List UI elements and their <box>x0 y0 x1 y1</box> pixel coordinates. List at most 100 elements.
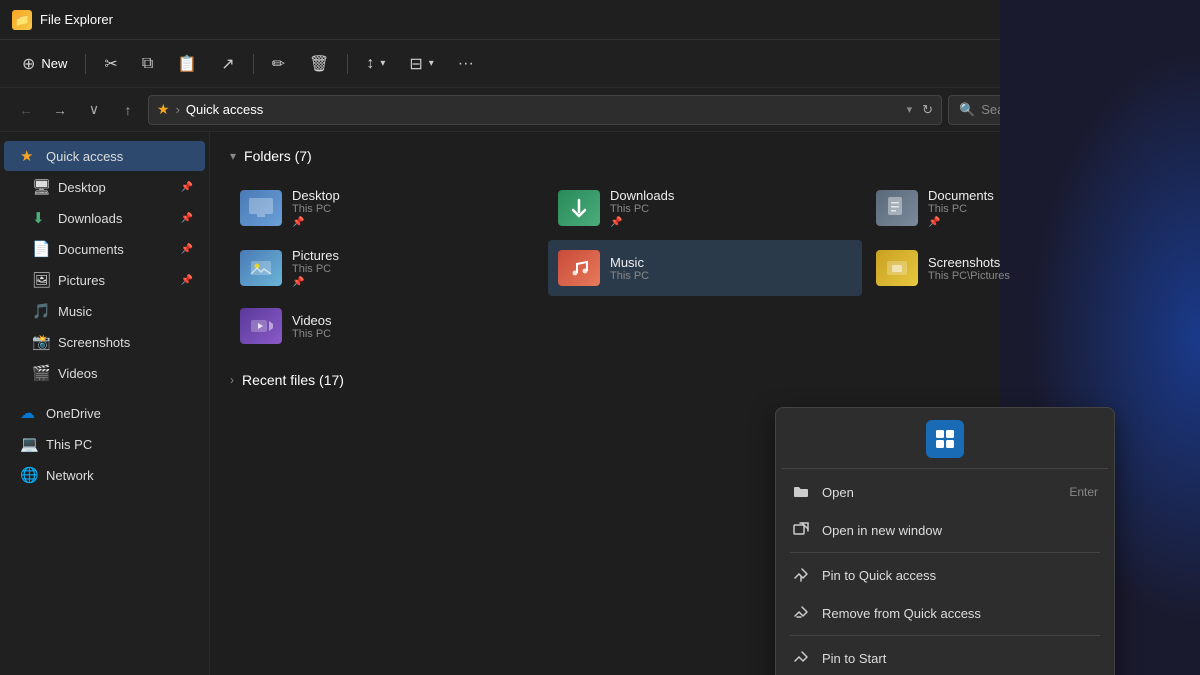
context-item-open-new-window[interactable]: Open in new window <box>782 511 1108 549</box>
new-icon: ⊕ <box>22 54 35 74</box>
folder-thumb-documents <box>876 190 918 226</box>
forward-button[interactable]: → <box>46 96 74 124</box>
folder-item-desktop[interactable]: Desktop This PC 📌 <box>230 180 544 236</box>
context-item-open[interactable]: Open Enter <box>782 473 1108 511</box>
share-button[interactable]: ↗ <box>211 46 244 82</box>
network-icon: 🌐 <box>20 466 38 484</box>
context-item-remove-quick-access[interactable]: Remove from Quick access <box>782 594 1108 632</box>
address-text: Quick access <box>186 102 901 117</box>
folder-info-screenshots: Screenshots This PC\Pictures <box>928 255 1170 282</box>
folder-item-screenshots[interactable]: Screenshots This PC\Pictures <box>866 240 1180 296</box>
view-button[interactable]: ⊟ ▾ <box>399 46 443 82</box>
delete-icon: 🗑 <box>309 54 329 74</box>
sidebar-item-pictures[interactable]: 🖼 Pictures 📌 <box>4 265 205 295</box>
folder-item-music[interactable]: Music This PC <box>548 240 862 296</box>
new-label: New <box>41 56 67 71</box>
sidebar-item-music[interactable]: 🎵 Music <box>4 296 205 326</box>
sort-button[interactable]: ↕ ▾ <box>356 46 395 82</box>
folder-item-documents[interactable]: Documents This PC 📌 <box>866 180 1180 236</box>
folder-thumb-music <box>558 250 600 286</box>
refresh-button[interactable]: ↻ <box>922 102 933 118</box>
sidebar-item-onedrive[interactable]: ☁ OneDrive <box>4 398 205 428</box>
folder-name-videos: Videos <box>292 313 534 328</box>
share-icon: ↗ <box>221 54 234 74</box>
sort-chevron-icon: ▾ <box>380 58 385 69</box>
new-button[interactable]: ⊕ New <box>12 46 77 82</box>
back-button[interactable]: ← <box>12 96 40 124</box>
folder-name-music: Music <box>610 255 852 270</box>
more-icon: ··· <box>458 55 474 73</box>
sidebar-label-pictures: Pictures <box>58 273 105 288</box>
remove-quick-access-icon <box>792 604 810 622</box>
sidebar-item-videos[interactable]: 🎬 Videos <box>4 358 205 388</box>
sidebar-item-this-pc[interactable]: 💻 This PC <box>4 429 205 459</box>
open-new-window-icon <box>792 521 810 539</box>
view-icon: ⊟ <box>409 54 422 74</box>
sidebar-label-onedrive: OneDrive <box>46 406 101 421</box>
sidebar-label-music: Music <box>58 304 92 319</box>
context-open-label: Open <box>822 485 1057 500</box>
sidebar-item-documents[interactable]: 📄 Documents 📌 <box>4 234 205 264</box>
folder-pin-desktop: 📌 <box>292 217 534 228</box>
folder-item-downloads[interactable]: Downloads This PC 📌 <box>548 180 862 236</box>
sidebar-item-desktop[interactable]: 🖥 Desktop 📌 <box>4 172 205 202</box>
folder-thumb-pictures <box>240 250 282 286</box>
titlebar-title: File Explorer <box>40 12 1042 27</box>
context-separator-2 <box>790 635 1100 636</box>
folder-item-videos[interactable]: Videos This PC <box>230 300 544 352</box>
context-pin-quick-access-label: Pin to Quick access <box>822 568 1098 583</box>
toolbar-separator-1 <box>85 54 86 74</box>
toolbar-separator-3 <box>347 54 348 74</box>
context-item-pin-quick-access[interactable]: Pin to Quick access <box>782 556 1108 594</box>
app-icon: 📁 <box>12 10 32 30</box>
sidebar: ★ Quick access 🖥 Desktop 📌 ⬇ Downloads 📌… <box>0 132 210 675</box>
sidebar-label-quick-access: Quick access <box>46 149 123 164</box>
paste-button[interactable]: 📋 <box>167 46 207 82</box>
pin-icon-pictures: 📌 <box>181 275 193 286</box>
context-remove-quick-access-label: Remove from Quick access <box>822 606 1098 621</box>
folder-name-desktop: Desktop <box>292 188 534 203</box>
context-menu: Open Enter Open in new window <box>775 407 1115 675</box>
context-top-icon-button[interactable] <box>926 420 964 458</box>
sidebar-item-screenshots[interactable]: 📸 Screenshots <box>4 327 205 357</box>
recent-files-header[interactable]: › Recent files (17) <box>230 372 1180 388</box>
pin-icon-desktop: 📌 <box>181 182 193 193</box>
folder-pin-documents: 📌 <box>928 217 1170 228</box>
folder-sub-videos: This PC <box>292 328 534 340</box>
folder-name-screenshots: Screenshots <box>928 255 1170 270</box>
more-button[interactable]: ··· <box>448 46 484 82</box>
folder-sub-music: This PC <box>610 270 852 282</box>
folders-section-header[interactable]: ▾ Folders (7) <box>230 148 1180 164</box>
address-star-icon: ★ <box>157 101 170 118</box>
folder-item-pictures[interactable]: Pictures This PC 📌 <box>230 240 544 296</box>
copy-button[interactable]: ⧉ <box>132 46 163 82</box>
context-item-pin-start[interactable]: Pin to Start <box>782 639 1108 675</box>
folder-info-videos: Videos This PC <box>292 313 534 340</box>
folder-sub-screenshots: This PC\Pictures <box>928 270 1170 282</box>
folder-info-downloads: Downloads This PC 📌 <box>610 188 852 228</box>
up-button[interactable]: ↑ <box>114 96 142 124</box>
folders-section-label: Folders (7) <box>244 148 312 164</box>
sidebar-label-network: Network <box>46 468 94 483</box>
rename-icon: ✏ <box>272 54 285 74</box>
pin-start-icon <box>792 649 810 667</box>
folder-sub-downloads: This PC <box>610 203 852 215</box>
context-menu-top <box>782 414 1108 469</box>
screenshots-icon: 📸 <box>32 333 50 351</box>
view-chevron-icon: ▾ <box>429 58 434 69</box>
sort-icon: ↕ <box>366 55 374 73</box>
recent-section-label: Recent files (17) <box>242 372 344 388</box>
delete-button[interactable]: 🗑 <box>299 46 339 82</box>
sidebar-item-downloads[interactable]: ⬇ Downloads 📌 <box>4 203 205 233</box>
toolbar-separator-2 <box>253 54 254 74</box>
sidebar-item-quick-access[interactable]: ★ Quick access <box>4 141 205 171</box>
address-bar[interactable]: ★ › Quick access ▾ ↻ <box>148 95 942 125</box>
copy-icon: ⧉ <box>142 55 153 73</box>
folder-name-downloads: Downloads <box>610 188 852 203</box>
sidebar-item-network[interactable]: 🌐 Network <box>4 460 205 490</box>
rename-button[interactable]: ✏ <box>262 46 295 82</box>
cut-button[interactable]: ✂ <box>94 46 127 82</box>
folder-info-music: Music This PC <box>610 255 852 282</box>
context-open-shortcut: Enter <box>1069 485 1098 499</box>
recent-button[interactable]: ∨ <box>80 96 108 124</box>
